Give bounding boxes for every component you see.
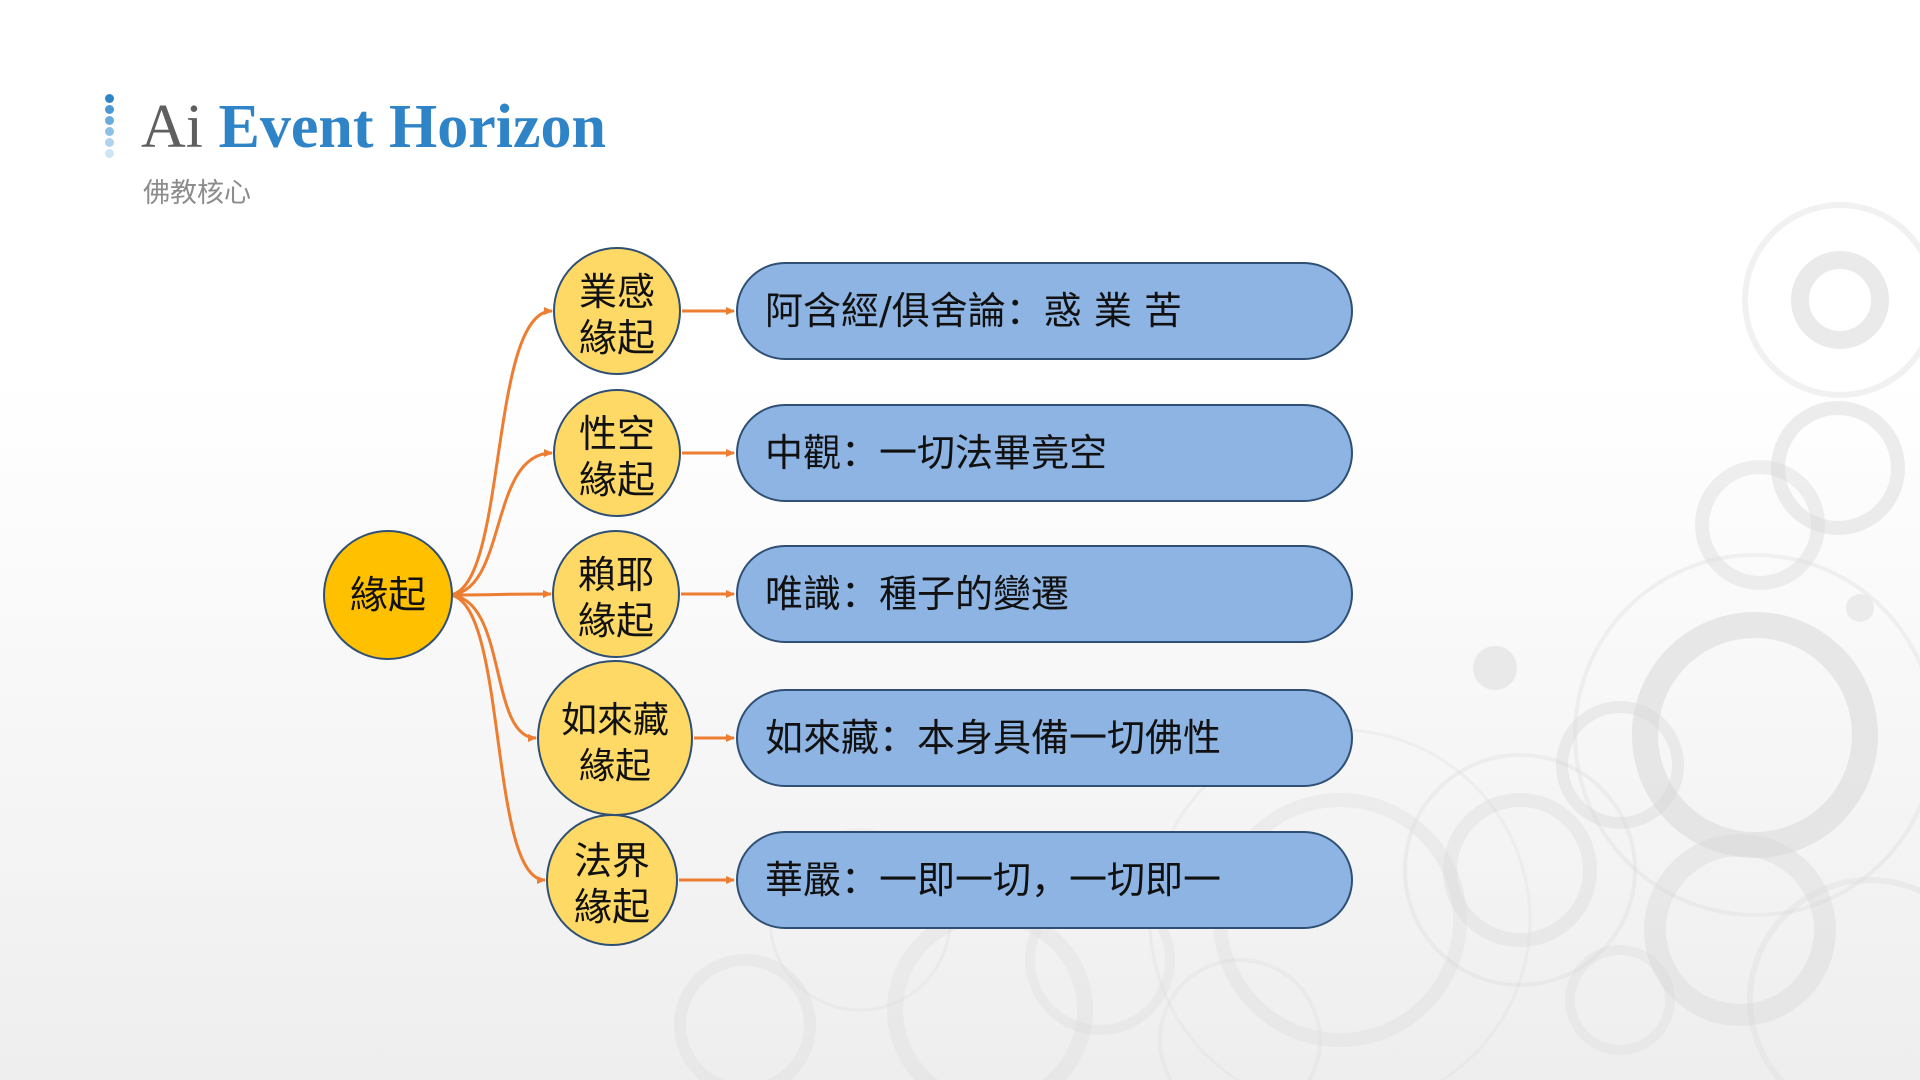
root-branch-connector — [447, 593, 537, 742]
dependent-origination-diagram: 緣起業感緣起阿含經/俱舍論：惑 業 苦性空緣起中觀：一切法畢竟空賴耶緣起唯識：種… — [323, 247, 1353, 946]
branch: 如來藏緣起 如來藏：本身具備一切佛性 — [537, 660, 1353, 816]
branch-node-label-line1: 性空 — [579, 412, 655, 456]
description-text: 中觀：一切法畢竟空 — [765, 431, 1107, 475]
branch: 賴耶緣起 唯識：種子的變遷 — [552, 530, 1353, 658]
branch-node-label-line2: 緣起 — [578, 599, 654, 643]
branch-node-label-line2: 緣起 — [579, 458, 655, 502]
branch: 法界緣起 華嚴：一即一切，一切即一 — [546, 814, 1353, 946]
branch-node-label-line2: 緣起 — [579, 746, 651, 787]
branch-node-label-line1: 賴耶 — [578, 553, 654, 597]
branch-node-label-line1: 法界 — [574, 839, 650, 883]
branch: 業感緣起 阿含經/俱舍論：惑 業 苦 — [553, 247, 1353, 375]
branch-node-label-line2: 緣起 — [574, 885, 650, 929]
branch: 性空緣起 中觀：一切法畢竟空 — [553, 389, 1353, 517]
branch-node-label-line1: 如來藏 — [561, 700, 669, 741]
branch-node-label-line1: 業感 — [579, 270, 655, 314]
description-text: 阿含經/俱舍論：惑 業 苦 — [765, 289, 1182, 333]
nodes: 緣起業感緣起阿含經/俱舍論：惑 業 苦性空緣起中觀：一切法畢竟空賴耶緣起唯識：種… — [323, 247, 1353, 946]
root-branch-connector — [447, 307, 553, 597]
branch-node-label-line2: 緣起 — [579, 316, 655, 360]
root-node-label: 緣起 — [350, 573, 426, 617]
connectors — [447, 307, 553, 884]
description-text: 如來藏：本身具備一切佛性 — [765, 716, 1221, 760]
root-node: 緣起 — [323, 530, 453, 660]
root-branch-connector — [447, 449, 553, 597]
root-branch-connector — [447, 590, 552, 599]
description-text: 唯識：種子的變遷 — [765, 572, 1069, 616]
description-text: 華嚴：一即一切，一切即一 — [765, 858, 1221, 902]
